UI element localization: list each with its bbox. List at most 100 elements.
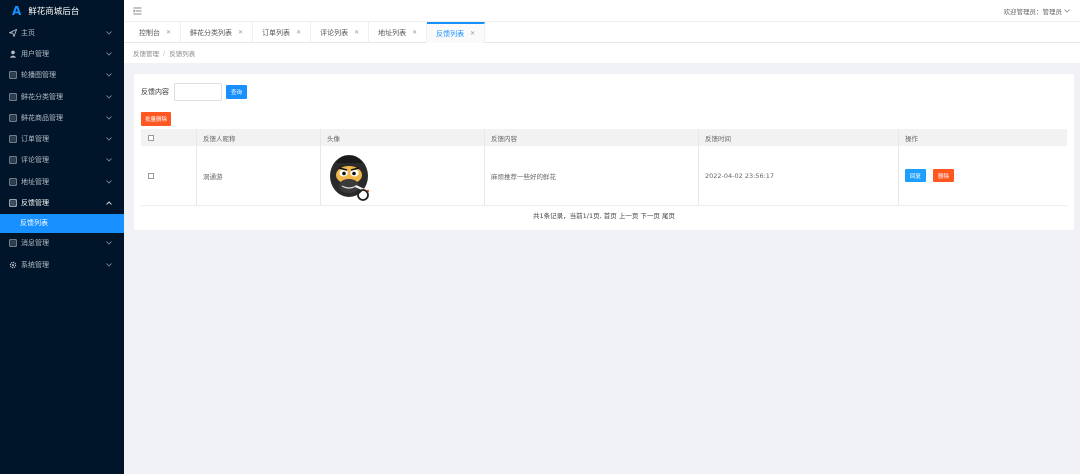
close-icon[interactable]: ✕ <box>238 29 243 36</box>
sidebar-item-orders[interactable]: 订单管理 <box>0 128 124 149</box>
sidebar-item-flower-category[interactable]: 鲜花分类管理 <box>0 86 124 107</box>
doc-icon <box>9 178 17 186</box>
pagination[interactable]: 共1条记录，当前1/1页, 首页 上一页 下一页 尾页 <box>134 210 1074 220</box>
doc-icon <box>9 114 17 122</box>
chevron-down-icon <box>105 157 112 164</box>
chevron-down-icon <box>105 136 112 143</box>
sidebar-item-home[interactable]: 主页 <box>0 22 124 43</box>
tab-label: 订单列表 <box>262 28 291 37</box>
table-row: 洞通游 麻烦推荐一些好的鲜花 2022-04-02 23:56:17 回复 删除 <box>141 146 1067 206</box>
chevron-down-icon <box>1064 7 1070 15</box>
tab-label: 鲜花分类列表 <box>190 28 233 37</box>
doc-icon <box>9 71 17 79</box>
tab-flower-category-list[interactable]: 鲜花分类列表 ✕ <box>181 22 254 43</box>
close-icon[interactable]: ✕ <box>470 30 475 37</box>
sidebar-item-messages[interactable]: 消息管理 <box>0 233 124 254</box>
sidebar-item-label: 地址管理 <box>21 177 49 186</box>
close-icon[interactable]: ✕ <box>412 29 417 36</box>
tab-label: 评论列表 <box>320 28 349 37</box>
breadcrumb-current: 反馈列表 <box>169 50 196 58</box>
column-header: 操作 <box>905 134 918 143</box>
close-icon[interactable]: ✕ <box>166 29 171 36</box>
breadcrumb: 反馈管理 / 反馈列表 <box>124 43 1080 63</box>
menu-fold-icon[interactable] <box>133 7 142 15</box>
page-tabs: 控制台 ✕ 鲜花分类列表 ✕ 订单列表 ✕ 评论列表 ✕ 地址列表 ✕ 反馈列表 ✕ <box>124 21 1080 43</box>
chevron-down-icon <box>105 178 112 185</box>
sidebar: A 鲜花商城后台 主页 用户管理 轮播图管理 鲜花分类管理 鲜花商品管理 订单管… <box>0 0 124 474</box>
sidebar-subitem-label: 反馈列表 <box>20 219 48 228</box>
chevron-down-icon <box>105 72 112 79</box>
chevron-down-icon <box>105 29 112 36</box>
sidebar-item-label: 鲜花分类管理 <box>21 92 63 101</box>
cell-avatar <box>321 146 485 205</box>
feedback-card: 反馈内容 查询 批量删除 反馈人昵称 头像 反馈内容 反馈时间 操作 洞通游 麻… <box>134 74 1074 230</box>
gear-icon <box>9 261 17 269</box>
doc-icon <box>9 135 17 143</box>
tab-comment-list[interactable]: 评论列表 ✕ <box>311 22 370 43</box>
delete-button[interactable]: 删除 <box>933 169 955 182</box>
sidebar-item-label: 评论管理 <box>21 156 49 165</box>
tab-label: 反馈列表 <box>436 29 465 38</box>
user-menu[interactable]: 欢迎管理员：管理员 <box>1004 6 1071 16</box>
chevron-down-icon <box>105 114 112 121</box>
chevron-down-icon <box>105 261 112 268</box>
doc-icon <box>9 199 17 207</box>
select-all-checkbox[interactable] <box>148 134 154 141</box>
breadcrumb-separator: / <box>163 49 166 57</box>
chevron-up-icon <box>105 200 112 207</box>
chevron-down-icon <box>105 93 112 100</box>
sidebar-item-label: 系统管理 <box>21 260 49 269</box>
send-icon <box>9 28 17 37</box>
search-button[interactable]: 查询 <box>226 85 248 99</box>
close-icon[interactable]: ✕ <box>296 29 301 36</box>
column-header: 反馈人昵称 <box>197 129 321 146</box>
search-input[interactable] <box>174 83 222 101</box>
sidebar-item-label: 消息管理 <box>21 239 49 248</box>
chevron-down-icon <box>105 240 112 247</box>
sidebar-item-comments[interactable]: 评论管理 <box>0 150 124 171</box>
sidebar-item-carousel[interactable]: 轮播图管理 <box>0 65 124 86</box>
sidebar-item-label: 用户管理 <box>21 49 49 58</box>
header-select-all <box>141 129 197 146</box>
tab-feedback-list[interactable]: 反馈列表 ✕ <box>427 22 486 43</box>
sidebar-item-label: 订单管理 <box>21 135 49 144</box>
sidebar-item-system[interactable]: 系统管理 <box>0 254 124 275</box>
tab-order-list[interactable]: 订单列表 ✕ <box>253 22 312 43</box>
chevron-down-icon <box>105 50 112 57</box>
doc-icon <box>9 156 17 165</box>
app-title: 鲜花商城后台 <box>28 7 80 17</box>
reply-button[interactable]: 回复 <box>905 169 927 182</box>
sidebar-item-label: 鲜花商品管理 <box>21 113 63 122</box>
sidebar-item-flower-products[interactable]: 鲜花商品管理 <box>0 107 124 128</box>
feedback-table: 反馈人昵称 头像 反馈内容 反馈时间 操作 洞通游 麻烦推荐一些好的鲜花 202… <box>141 129 1067 206</box>
brand: A 鲜花商城后台 <box>0 0 124 22</box>
sidebar-item-addresses[interactable]: 地址管理 <box>0 171 124 192</box>
sidebar-item-label: 反馈管理 <box>21 199 49 208</box>
user-icon <box>9 50 17 58</box>
column-header: 反馈时间 <box>699 129 899 146</box>
table-header: 反馈人昵称 头像 反馈内容 反馈时间 操作 <box>141 129 1067 146</box>
doc-icon <box>9 92 17 101</box>
tab-console[interactable]: 控制台 ✕ <box>130 22 182 43</box>
gorilla-avatar <box>330 154 370 201</box>
row-select <box>141 146 197 205</box>
tab-label: 地址列表 <box>378 28 407 37</box>
welcome-text: 欢迎管理员：管理员 <box>1003 8 1063 16</box>
cell-time: 2022-04-02 23:56:17 <box>699 146 899 205</box>
sidebar-item-feedback[interactable]: 反馈管理 <box>0 192 124 213</box>
tab-label: 控制台 <box>139 28 160 37</box>
cell-nickname: 洞通游 <box>197 146 321 205</box>
top-header: 欢迎管理员：管理员 <box>124 0 1080 21</box>
row-checkbox[interactable] <box>148 172 154 179</box>
sidebar-item-users[interactable]: 用户管理 <box>0 43 124 64</box>
app-logo: A <box>12 4 22 18</box>
doc-icon <box>9 239 17 247</box>
breadcrumb-parent[interactable]: 反馈管理 <box>133 48 159 58</box>
column-header: 反馈内容 <box>485 129 699 146</box>
sidebar-subitem-feedback-list[interactable]: 反馈列表 <box>0 213 124 233</box>
cell-content: 麻烦推荐一些好的鲜花 <box>485 146 699 205</box>
sidebar-item-label: 轮播图管理 <box>21 71 56 80</box>
batch-delete-button[interactable]: 批量删除 <box>141 112 172 126</box>
close-icon[interactable]: ✕ <box>354 29 359 36</box>
tab-address-list[interactable]: 地址列表 ✕ <box>369 22 428 43</box>
